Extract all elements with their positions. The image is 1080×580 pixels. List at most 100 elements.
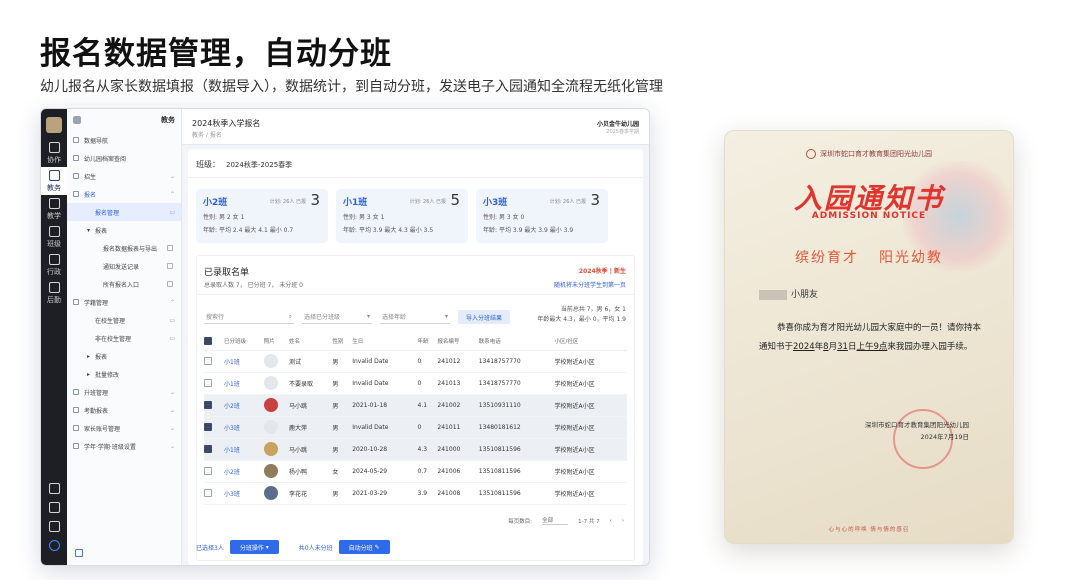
student-age: 4.1 — [417, 401, 428, 409]
class-link[interactable]: 小1班 — [224, 359, 240, 366]
class-link[interactable]: 小2班 — [224, 469, 240, 476]
collapse-icon[interactable] — [73, 116, 81, 124]
row-checkbox[interactable] — [204, 379, 212, 387]
sidebar-item-former-students[interactable]: 非在校生管理 ▭ — [67, 329, 181, 347]
sidebar-item-data-nav[interactable]: 数据导航 — [67, 131, 181, 149]
class-link[interactable]: 小3班 — [224, 425, 240, 432]
table-row[interactable]: 小1班 测试 男 Invalid Date 0 241012 13418757770 学校附近… — [204, 350, 627, 373]
help-icon[interactable] — [48, 502, 60, 513]
class-link[interactable]: 小1班 — [224, 381, 240, 388]
class-link[interactable]: 小1班 — [224, 447, 240, 454]
student-photo — [263, 398, 278, 412]
notice-greeting: 小朋友 — [759, 287, 818, 300]
community: 学校附近A小区 — [554, 490, 595, 498]
avatar[interactable] — [46, 117, 62, 133]
student-gender: 女 — [332, 468, 339, 476]
sidebar-item-batch-edit[interactable]: ▸ 批量修改 — [67, 365, 181, 383]
random-assign-link[interactable]: 随机将未分班学生到第一页 — [554, 280, 626, 289]
sidebar-item-recruit[interactable]: 招生 ⌄ — [67, 167, 181, 185]
sidebar-title: 教务 — [161, 116, 175, 124]
table-row[interactable]: 小3班 鹿大萍 男 Invalid Date 0 241011 13480181612 学校附… — [204, 416, 627, 439]
prev-page-icon[interactable]: ‹ — [610, 518, 612, 524]
row-checkbox[interactable] — [204, 489, 212, 497]
row-checkbox[interactable] — [204, 401, 212, 409]
sidebar-item-reports-2[interactable]: ▸ 报表 — [67, 347, 181, 365]
sidebar-item-report-export[interactable]: 报名数据报表与导出 — [67, 239, 181, 257]
rail-item-academic[interactable]: 教务 — [41, 167, 67, 195]
contact-phone: 13510811596 — [478, 489, 521, 497]
promotion-icon — [73, 389, 79, 395]
parent-icon — [73, 425, 79, 431]
contact-phone: 13480181612 — [478, 423, 521, 431]
settings-icon[interactable] — [48, 521, 60, 532]
list-icon: ▭ — [169, 316, 175, 324]
class-card[interactable]: 小1班 计划: 26人 已报 5 性别: 男 3 女 1 年龄: 平均 3.9 … — [336, 189, 468, 243]
unassigned-count: 共0人未分班 — [298, 544, 333, 552]
sidebar-item-term-settings[interactable]: 学年·学期·班级设置 ⌄ — [67, 437, 181, 455]
sidebar-item-archive[interactable]: 幼儿园档案查阅 — [67, 149, 181, 167]
sidebar-item-enrollment[interactable]: 学籍管理 ⌃ — [67, 293, 181, 311]
rail-item-collaboration[interactable]: 协作 — [41, 139, 67, 167]
community: 学校附近A小区 — [554, 468, 595, 476]
sidebar-item-current-students[interactable]: 在校生管理 ▭ — [67, 311, 181, 329]
rail-item-admin[interactable]: 行政 — [41, 251, 67, 279]
sidebar-item-all-entries[interactable]: 所有报名入口 — [67, 275, 181, 293]
table-row[interactable]: 小2班 马小跳 男 2021-01-18 4.1 241002 13510931110 学校附… — [204, 394, 627, 417]
brand-logo-icon — [48, 540, 60, 551]
class-link[interactable]: 小3班 — [224, 491, 240, 498]
table-row[interactable]: 小3班 李花花 男 2021-03-29 3.9 241008 13510811596 学校附… — [204, 482, 627, 505]
row-checkbox[interactable] — [204, 357, 212, 365]
apps-grid-icon[interactable] — [48, 483, 60, 494]
class-filter-select[interactable]: 选择已分班级 ▾ — [302, 310, 372, 324]
row-checkbox[interactable] — [204, 467, 212, 475]
student-birth: Invalid Date — [352, 379, 389, 387]
sidebar-item-parent-accounts[interactable]: 家长账号管理 ⌄ — [67, 419, 181, 437]
table-row[interactable]: 小2班 杨小鸭 女 2024-05-29 0.7 241006 13510811596 学校附… — [204, 460, 627, 483]
sidebar-item-reports[interactable]: ▾ 报表 — [67, 221, 181, 239]
calendar-icon[interactable] — [75, 549, 83, 557]
class-card[interactable]: 小3班 计划: 26人 已报 3 性别: 男 3 女 0 年龄: 平均 3.9 … — [476, 189, 608, 243]
row-checkbox[interactable] — [204, 423, 212, 431]
contact-phone: 13510931110 — [478, 401, 521, 409]
rail-item-teaching[interactable]: 教学 — [41, 195, 67, 223]
signup-number: 241006 — [437, 467, 461, 475]
breadcrumb[interactable]: 教务 / 报名 — [192, 130, 222, 139]
class-card[interactable]: 小2班 计划: 26人 已报 3 性别: 男 2 女 1 年龄: 平均 2.4 … — [196, 189, 328, 243]
notice-school-header: 深圳市蛇口育才教育集团阳光幼儿园 — [725, 149, 1013, 159]
rail-item-class[interactable]: 班级 — [41, 223, 67, 251]
student-name: 测试 — [289, 358, 302, 366]
logistics-icon — [48, 281, 60, 293]
student-photo — [263, 486, 278, 500]
row-checkbox[interactable] — [204, 445, 212, 453]
table-row[interactable]: 小1班 不要录取 男 Invalid Date 0 241013 13418757770 学校… — [204, 372, 627, 395]
term-selector[interactable]: 班级： 2024秋季-2025春季 — [196, 159, 292, 170]
import-result-button[interactable]: 导入分班结果 — [458, 310, 511, 324]
table-row[interactable]: 小1班 马小跳 男 2020-10-28 4.3 241000 13510811596 学校附… — [204, 438, 627, 461]
student-age: 0 — [417, 357, 422, 365]
sidebar-item-notice-log[interactable]: 通知发送记录 — [67, 257, 181, 275]
sidebar-item-signup-manage[interactable]: 报名管理 ▭ — [67, 203, 181, 221]
rail-item-logistics[interactable]: 后勤 — [41, 279, 67, 307]
enrollment-icon — [73, 299, 79, 305]
sidebar-item-attendance[interactable]: 考勤报表 ⌄ — [67, 401, 181, 419]
class-link[interactable]: 小2班 — [224, 403, 240, 410]
page-subtitle: 幼儿报名从家长数据填报（数据导入），数据统计，到自动分班，发送电子入园通知全流程… — [40, 79, 663, 95]
list-title: 已录取名单 — [204, 268, 250, 278]
age-filter-select[interactable]: 选择年龄 ▾ — [380, 310, 450, 324]
chart-icon — [73, 137, 79, 143]
select-all-checkbox[interactable] — [204, 336, 212, 345]
student-table: 已分班级 照片 姓名 性别 生日 年龄 报名编号 联系电话 小区/社区 小1班测… — [204, 332, 627, 505]
search-input[interactable]: 搜索行 ⌕ — [204, 310, 294, 324]
assign-class-button[interactable]: 分班操作 ▾ — [229, 540, 279, 554]
sidebar-item-promotion[interactable]: 升班管理 ⌄ — [67, 383, 181, 401]
footer-actions: 已选择3人 分班操作 ▾ 共0人未分班 自动分班 ✎ — [196, 539, 635, 555]
next-page-icon[interactable]: › — [622, 518, 624, 524]
page-size-select[interactable]: 全部 — [542, 516, 569, 525]
community: 学校附近A小区 — [554, 402, 595, 410]
class-cards: 小2班 计划: 26人 已报 3 性别: 男 2 女 1 年龄: 平均 2.4 … — [196, 189, 608, 243]
student-age: 0.7 — [417, 467, 428, 475]
folder-icon: ▭ — [169, 208, 175, 216]
contact-phone: 13418757770 — [478, 357, 521, 365]
sidebar-item-signup[interactable]: 报名 ⌃ — [67, 185, 181, 203]
auto-assign-button[interactable]: 自动分班 ✎ — [338, 540, 390, 554]
